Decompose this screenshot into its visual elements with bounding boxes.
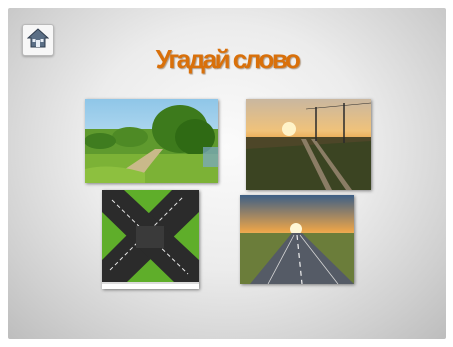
countryside-image[interactable]	[85, 99, 218, 183]
railway-image[interactable]	[246, 99, 371, 190]
highway-image[interactable]	[240, 195, 354, 284]
slide-title: Угадай слово	[155, 44, 301, 74]
slide: Угадай слово	[8, 8, 446, 339]
crossroads-image[interactable]	[102, 190, 199, 289]
